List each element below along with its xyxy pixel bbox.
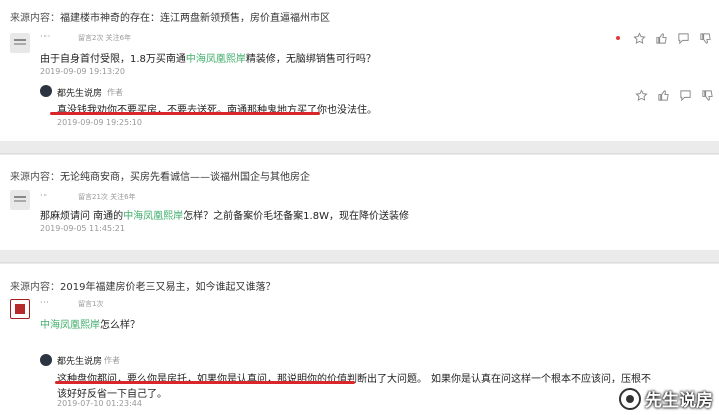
user-meta: 留言21次 关注6年 — [78, 193, 136, 201]
comment-card-3: 来源内容：2019年福建房价老三又易主，如今谁起又谁落？ · · · 留言1次 … — [0, 264, 719, 415]
comment-text: 由于自身首付受限，1.8万买南通中海凤凰熙岸精装修，无脑绑销售可行吗？ — [40, 54, 376, 65]
avatar[interactable] — [10, 190, 30, 210]
username[interactable]: · · · — [40, 298, 49, 307]
reply-time: 2019-07-10 01:23:44 — [57, 399, 142, 408]
watermark: 先生说房 — [619, 386, 713, 411]
highlight-underline — [50, 112, 320, 115]
username[interactable]: · ·· · — [40, 32, 50, 41]
avatar[interactable] — [10, 299, 30, 319]
user-meta: 留言2次 关注6年 — [78, 34, 132, 42]
action-icons — [616, 31, 712, 45]
author-avatar[interactable] — [40, 85, 52, 97]
author-tag: 作者 — [107, 88, 123, 97]
comment-card-1: 来源内容：福建楼市神奇的存在：连江两盘新领预售，房价直逼福州市区 · ·· · … — [0, 0, 719, 141]
source-label: 来源内容： — [10, 13, 60, 24]
star-icon[interactable] — [634, 88, 648, 102]
unread-dot-icon — [616, 36, 620, 40]
comment-icon[interactable] — [678, 88, 692, 102]
comment-time: 2019-09-05 11:45:21 — [40, 224, 125, 233]
source-title-link[interactable]: 无论纯商安商，买房先看诚信——谈福州国企与其他房企 — [60, 172, 310, 183]
avatar[interactable] — [10, 33, 30, 53]
source-label: 来源内容： — [10, 282, 60, 293]
watermark-text: 先生说房 — [645, 391, 713, 411]
source-line: 来源内容：无论纯商安商，买房先看诚信——谈福州国企与其他房企 — [10, 168, 310, 183]
author-avatar[interactable] — [40, 354, 52, 366]
highlight-underline — [55, 381, 355, 384]
project-link[interactable]: 中海凤凰熙岸 — [123, 211, 183, 222]
source-title-link[interactable]: 福建楼市神奇的存在：连江两盘新领预售，房价直逼福州市区 — [60, 13, 330, 24]
comment-card-2: 来源内容：无论纯商安商，买房先看诚信——谈福州国企与其他房企 · ·· 留言21… — [0, 155, 719, 250]
reply-action-icons — [634, 88, 714, 102]
comment-icon[interactable] — [676, 31, 690, 45]
source-line: 来源内容：福建楼市神奇的存在：连江两盘新领预售，房价直逼福州市区 — [10, 9, 330, 24]
project-link[interactable]: 中海凤凰熙岸 — [40, 320, 100, 331]
comment-text: 中海凤凰熙岸怎么样？ — [40, 320, 140, 331]
comment-time: 2019-09-09 19:13:20 — [40, 67, 125, 76]
source-line: 来源内容：2019年福建房价老三又易主，如今谁起又谁落？ — [10, 278, 275, 293]
divider — [0, 153, 719, 154]
thumb-down-icon[interactable] — [698, 31, 712, 45]
author-name[interactable]: 都先生说房 — [57, 354, 102, 367]
project-link[interactable]: 中海凤凰熙岸 — [186, 54, 246, 65]
comment-text: 那麻烦请问 南通的中海凤凰熙岸怎样？之前备案价毛坯备案1.8W，现在降价送装修 — [40, 211, 409, 222]
star-icon[interactable] — [632, 31, 646, 45]
source-title-link[interactable]: 2019年福建房价老三又易主，如今谁起又谁落？ — [60, 282, 275, 293]
author-name[interactable]: 都先生说房 — [57, 86, 102, 99]
divider — [0, 262, 719, 263]
thumb-up-icon[interactable] — [656, 88, 670, 102]
thumb-up-icon[interactable] — [654, 31, 668, 45]
thumb-down-icon[interactable] — [700, 88, 714, 102]
source-label: 来源内容： — [10, 172, 60, 183]
username[interactable]: · ·· — [40, 191, 47, 200]
author-tag: 作者 — [104, 356, 120, 365]
user-meta: 留言1次 — [78, 300, 104, 308]
watermark-logo-icon — [619, 387, 641, 410]
reply-time: 2019-09-09 19:25:10 — [57, 118, 142, 127]
reply-text-line-2: 该好好反省一下自己了。 — [57, 389, 167, 400]
